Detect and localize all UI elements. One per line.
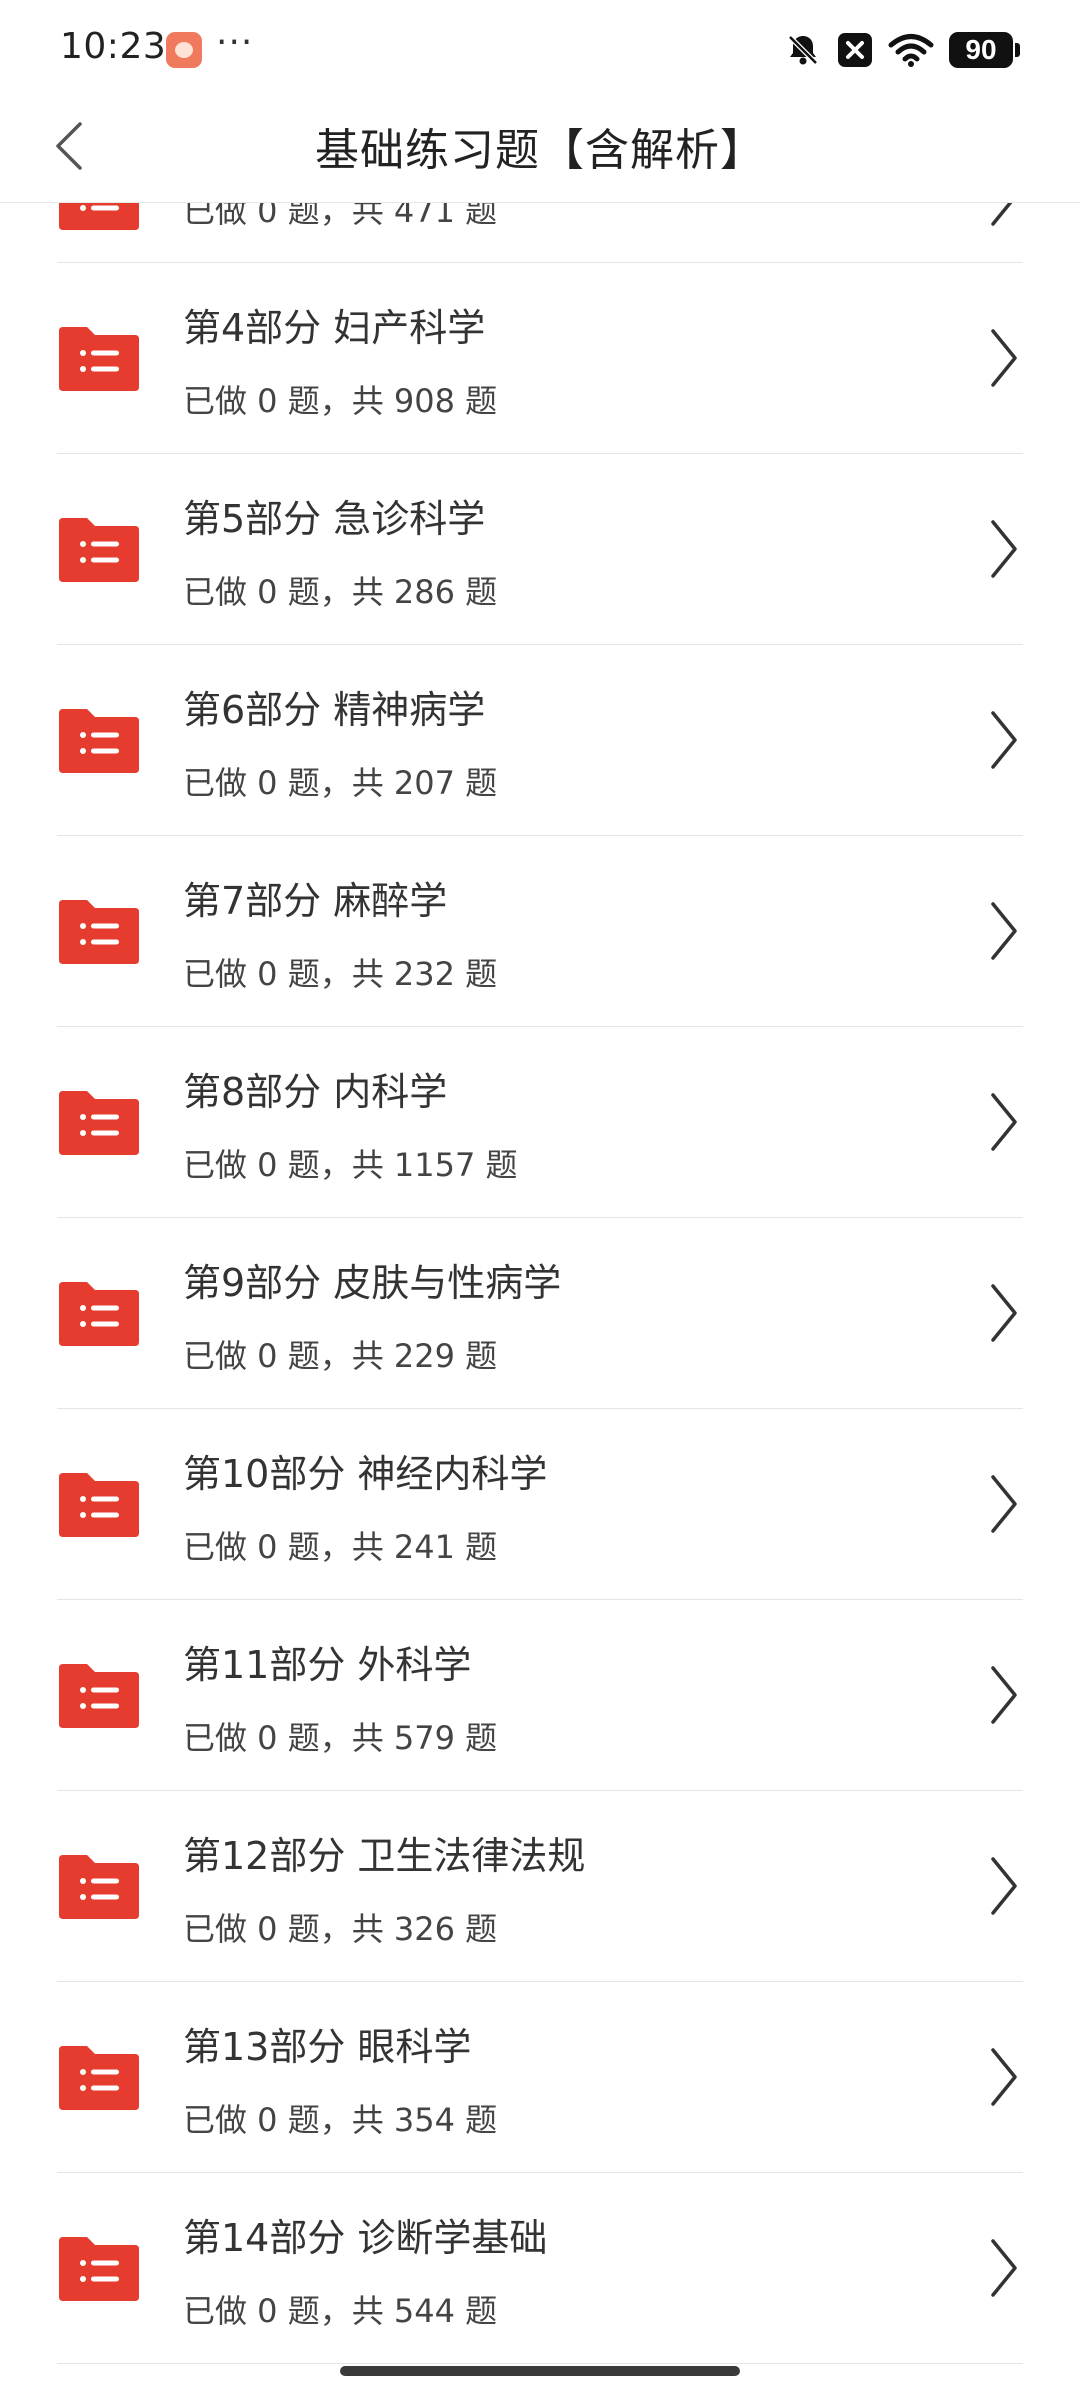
folder-list-icon (59, 900, 139, 964)
bell-muted-icon (788, 35, 818, 65)
chevron-right-icon (991, 202, 1014, 226)
section-list[interactable]: 已做 0 题，共 471 题 第4部分 妇产科学 已做 0 题，共 908 题 … (0, 202, 1080, 2400)
chevron-right-icon (991, 2239, 1017, 2297)
status-bar: 10:23 ··· 90 (0, 0, 1080, 90)
battery-tip (1015, 43, 1020, 57)
item-progress: 已做 0 题，共 207 题 (183, 764, 498, 802)
wifi-icon (888, 34, 934, 67)
item-title: 第13部分 眼科学 (183, 2025, 472, 2069)
page-title: 基础练习题【含解析】 (315, 125, 765, 176)
item-progress: 已做 0 题，共 544 题 (183, 2292, 498, 2330)
list-item[interactable]: 第12部分 卫生法律法规 已做 0 题，共 326 题 (57, 1791, 1023, 1982)
list-item[interactable]: 第9部分 皮肤与性病学 已做 0 题，共 229 题 (57, 1218, 1023, 1409)
folder-list-icon (59, 202, 139, 230)
chevron-right-icon (991, 329, 1017, 387)
item-progress: 已做 0 题，共 241 题 (183, 1528, 498, 1566)
folder-list-icon (59, 1855, 139, 1919)
status-icons: 90 (783, 30, 1020, 70)
screen: 10:23 ··· 90 基础练习题【含解析】 已做 0 题，共 471 题 第… (0, 0, 1080, 2400)
item-progress: 已做 0 题，共 229 题 (183, 1337, 498, 1375)
folder-list-icon (59, 2046, 139, 2110)
chevron-right-icon (991, 1475, 1017, 1533)
folder-list-icon (59, 1091, 139, 1155)
home-indicator[interactable] (340, 2366, 740, 2376)
more-notifications-icon: ··· (216, 22, 254, 63)
list-item[interactable]: 第6部分 精神病学 已做 0 题，共 207 题 (57, 645, 1023, 836)
battery-indicator: 90 (949, 32, 1013, 68)
item-title: 第8部分 内科学 (183, 1070, 448, 1114)
chevron-right-icon (991, 1857, 1017, 1915)
item-progress: 已做 0 题，共 1157 题 (183, 1146, 518, 1184)
status-time: 10:23 (60, 26, 167, 67)
list-item[interactable]: 第10部分 神经内科学 已做 0 题，共 241 题 (57, 1409, 1023, 1600)
folder-list-icon (59, 709, 139, 773)
list-item[interactable]: 第8部分 内科学 已做 0 题，共 1157 题 (57, 1027, 1023, 1218)
folder-list-icon (59, 518, 139, 582)
item-title: 第9部分 皮肤与性病学 (183, 1261, 562, 1305)
item-title: 第11部分 外科学 (183, 1643, 472, 1687)
item-title: 第7部分 麻醉学 (183, 879, 448, 923)
item-title: 第14部分 诊断学基础 (183, 2216, 548, 2260)
list-item[interactable]: 第5部分 急诊科学 已做 0 题，共 286 题 (57, 454, 1023, 645)
chevron-right-icon (991, 2048, 1017, 2106)
list-item[interactable]: 第14部分 诊断学基础 已做 0 题，共 544 题 (57, 2173, 1023, 2364)
item-progress: 已做 0 题，共 326 题 (183, 1910, 498, 1948)
chevron-right-icon (991, 1666, 1017, 1724)
item-progress: 已做 0 题，共 354 题 (183, 2101, 498, 2139)
chevron-right-icon (991, 1093, 1017, 1151)
item-title: 第5部分 急诊科学 (183, 497, 486, 541)
item-title: 第4部分 妇产科学 (183, 306, 486, 350)
section-list-inner: 已做 0 题，共 471 题 第4部分 妇产科学 已做 0 题，共 908 题 … (0, 202, 1080, 2364)
list-item[interactable]: 第4部分 妇产科学 已做 0 题，共 908 题 (57, 263, 1023, 454)
item-progress: 已做 0 题，共 579 题 (183, 1719, 498, 1757)
chevron-right-icon (991, 1284, 1017, 1342)
item-progress: 已做 0 题，共 471 题 (183, 202, 498, 230)
folder-list-icon (59, 1664, 139, 1728)
header: 基础练习题【含解析】 (0, 90, 1080, 203)
item-title: 第10部分 神经内科学 (183, 1452, 548, 1496)
list-item[interactable]: 已做 0 题，共 471 题 (57, 202, 1023, 263)
list-item[interactable]: 第13部分 眼科学 已做 0 题，共 354 题 (57, 1982, 1023, 2173)
folder-list-icon (59, 1282, 139, 1346)
folder-list-icon (59, 1473, 139, 1537)
close-box-icon (838, 33, 872, 67)
folder-list-icon (59, 327, 139, 391)
item-progress: 已做 0 题，共 908 题 (183, 382, 498, 420)
item-title: 第6部分 精神病学 (183, 688, 486, 732)
list-item[interactable]: 第7部分 麻醉学 已做 0 题，共 232 题 (57, 836, 1023, 1027)
app-notification-icon (166, 32, 202, 68)
chevron-right-icon (991, 902, 1017, 960)
folder-list-icon (59, 2237, 139, 2301)
chevron-right-icon (991, 711, 1017, 769)
item-progress: 已做 0 题，共 286 题 (183, 573, 498, 611)
chevron-right-icon (991, 520, 1017, 578)
item-progress: 已做 0 题，共 232 题 (183, 955, 498, 993)
item-title: 第12部分 卫生法律法规 (183, 1834, 586, 1878)
list-item[interactable]: 第11部分 外科学 已做 0 题，共 579 题 (57, 1600, 1023, 1791)
